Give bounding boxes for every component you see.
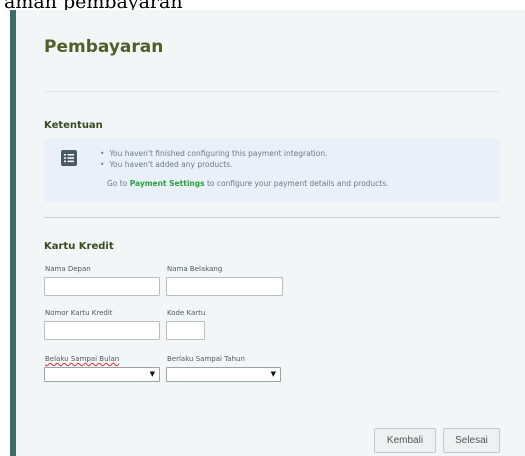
last-name-label: Nama Belakang — [167, 265, 223, 273]
chevron-down-icon: ▼ — [270, 370, 276, 378]
divider — [44, 91, 500, 92]
list-icon — [61, 150, 77, 166]
card-number-label: Nomor Kartu Kredit — [45, 309, 113, 317]
valid-year-label: Berlaku Sampai Tahun — [167, 355, 245, 363]
terms-info-box: You haven't finished configuring this pa… — [44, 138, 500, 202]
valid-year-select[interactable]: ▼ — [166, 367, 281, 382]
first-name-field[interactable] — [44, 277, 160, 296]
last-name-field[interactable] — [166, 277, 283, 296]
valid-month-label: Belaku Sampai Bulan — [45, 355, 120, 363]
valid-month-select[interactable]: ▼ — [44, 367, 160, 382]
terms-heading: Ketentuan — [44, 120, 103, 131]
first-name-label: Nama Depan — [45, 265, 91, 273]
credit-card-heading: Kartu Kredit — [44, 241, 114, 252]
terms-goto-text: Go to Payment Settings to configure your… — [107, 179, 389, 188]
card-code-field[interactable] — [166, 321, 205, 340]
goto-suffix: to configure your payment details and pr… — [204, 179, 389, 188]
back-button[interactable]: Kembali — [374, 428, 436, 453]
divider — [44, 217, 500, 218]
card-code-label: Kode Kartu — [167, 309, 206, 317]
goto-prefix: Go to — [107, 179, 130, 188]
finish-button[interactable]: Selesai — [443, 428, 500, 453]
payment-panel: Pembayaran Ketentuan You haven't finishe… — [16, 10, 525, 456]
card-number-field[interactable] — [44, 321, 160, 340]
terms-message: You haven't finished configuring this pa… — [100, 149, 327, 160]
terms-message-list: You haven't finished configuring this pa… — [100, 149, 328, 171]
chevron-down-icon: ▼ — [149, 370, 155, 378]
terms-message: You haven't added any products. — [100, 160, 328, 171]
payment-settings-link[interactable]: Payment Settings — [130, 179, 205, 188]
page-title: Pembayaran — [44, 37, 164, 57]
